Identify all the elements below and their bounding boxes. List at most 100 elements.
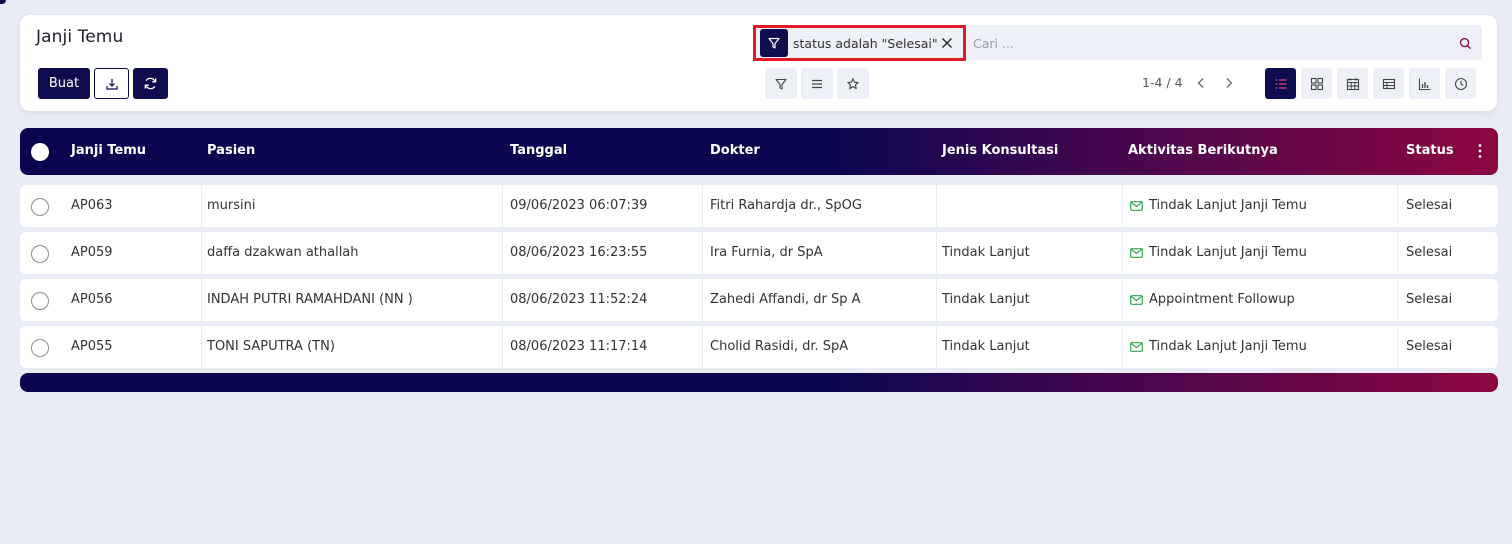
cell-jenis: Tindak Lanjut (942, 245, 1030, 260)
cell-aktivitas[interactable]: Tindak Lanjut Janji Temu (1130, 339, 1307, 354)
envelope-icon (1130, 247, 1143, 258)
cell-status: Selesai (1406, 245, 1453, 260)
cell-id: AP063 (71, 198, 113, 213)
pager-next-button[interactable] (1219, 73, 1239, 93)
envelope-icon (1130, 294, 1143, 305)
view-activity-button[interactable] (1445, 68, 1476, 99)
column-divider (1122, 279, 1123, 321)
search-icon (1459, 37, 1472, 50)
facet-highlight-box (753, 25, 966, 61)
column-divider (702, 185, 703, 227)
table-header: Janji Temu Pasien Tanggal Dokter Jenis K… (20, 128, 1498, 175)
view-calendar-button[interactable] (1337, 68, 1368, 99)
download-button[interactable] (94, 68, 129, 99)
star-icon (847, 77, 859, 89)
cell-tanggal: 08/06/2023 11:52:24 (510, 292, 648, 307)
column-divider (1122, 326, 1123, 368)
cell-jenis: Tindak Lanjut (942, 292, 1030, 307)
chevron-right-icon (1226, 78, 1233, 88)
favorites-button[interactable] (837, 68, 869, 99)
view-kanban-button[interactable] (1301, 68, 1332, 99)
table-row[interactable]: AP055 TONI SAPUTRA (TN) 08/06/2023 11:17… (20, 326, 1498, 368)
column-divider (1397, 279, 1398, 321)
column-divider (936, 232, 937, 274)
cell-pasien: mursini (207, 198, 256, 213)
column-divider (1397, 326, 1398, 368)
column-divider (1397, 185, 1398, 227)
cell-status: Selesai (1406, 339, 1453, 354)
pivot-view-icon (1382, 78, 1395, 89)
select-all-checkbox[interactable] (31, 143, 49, 161)
optional-columns-button[interactable] (1478, 143, 1482, 163)
search-button[interactable] (1459, 35, 1472, 54)
cell-aktivitas[interactable]: Appointment Followup (1130, 292, 1295, 307)
cell-dokter: Zahedi Affandi, dr Sp A (710, 292, 861, 307)
refresh-button[interactable] (133, 68, 168, 99)
cell-pasien: TONI SAPUTRA (TN) (207, 339, 335, 354)
column-header-pasien[interactable]: Pasien (207, 143, 255, 158)
kanban-view-icon (1310, 77, 1323, 90)
list-lines-icon (812, 79, 822, 88)
column-divider (702, 232, 703, 274)
kebab-menu-icon (1478, 144, 1482, 158)
download-icon (105, 78, 118, 90)
activity-label: Tindak Lanjut Janji Temu (1149, 339, 1307, 354)
column-header-janji-temu[interactable]: Janji Temu (71, 143, 146, 158)
search-bar: status adalah "Selesai" (753, 25, 1482, 61)
column-header-dokter[interactable]: Dokter (710, 143, 760, 158)
activity-label: Tindak Lanjut Janji Temu (1149, 245, 1307, 260)
cell-status: Selesai (1406, 198, 1453, 213)
filter-icon (775, 78, 787, 90)
cell-id: AP055 (71, 339, 113, 354)
cell-jenis: Tindak Lanjut (942, 339, 1030, 354)
filter-button[interactable] (765, 68, 797, 99)
activity-label: Appointment Followup (1149, 292, 1295, 307)
column-header-status[interactable]: Status (1406, 143, 1454, 158)
view-list-button[interactable] (1265, 68, 1296, 99)
cell-dokter: Cholid Rasidi, dr. SpA (710, 339, 849, 354)
column-divider (1122, 232, 1123, 274)
column-divider (936, 326, 937, 368)
column-divider (1122, 185, 1123, 227)
cell-tanggal: 08/06/2023 16:23:55 (510, 245, 648, 260)
view-graph-button[interactable] (1409, 68, 1440, 99)
column-divider (702, 326, 703, 368)
table-row[interactable]: AP063 mursini 09/06/2023 06:07:39 Fitri … (20, 185, 1498, 227)
column-divider (201, 279, 202, 321)
pager-previous-button[interactable] (1191, 73, 1211, 93)
column-divider (201, 326, 202, 368)
column-divider (201, 185, 202, 227)
cell-aktivitas[interactable]: Tindak Lanjut Janji Temu (1130, 245, 1307, 260)
column-header-aktivitas[interactable]: Aktivitas Berikutnya (1128, 143, 1278, 158)
column-divider (936, 279, 937, 321)
column-header-tanggal[interactable]: Tanggal (510, 143, 567, 158)
cell-status: Selesai (1406, 292, 1453, 307)
column-divider (502, 232, 503, 274)
row-checkbox[interactable] (31, 339, 49, 357)
group-by-button[interactable] (801, 68, 833, 99)
column-header-jenis-konsultasi[interactable]: Jenis Konsultasi (942, 143, 1058, 158)
control-panel: Janji Temu Buat status adalah "Selesai" (20, 15, 1497, 111)
page-title: Janji Temu (36, 27, 124, 47)
chevron-left-icon (1197, 78, 1204, 88)
table-row[interactable]: AP056 INDAH PUTRI RAMAHDANI (NN ) 08/06/… (20, 279, 1498, 321)
row-checkbox[interactable] (31, 198, 49, 216)
row-checkbox[interactable] (31, 292, 49, 310)
activity-label: Tindak Lanjut Janji Temu (1149, 198, 1307, 213)
corner-decoration (0, 0, 6, 4)
row-checkbox[interactable] (31, 245, 49, 263)
envelope-icon (1130, 200, 1143, 211)
calendar-view-icon (1346, 77, 1359, 90)
cell-tanggal: 08/06/2023 11:17:14 (510, 339, 648, 354)
create-button[interactable]: Buat (38, 68, 90, 99)
clock-icon (1454, 77, 1467, 90)
column-divider (702, 279, 703, 321)
pager-value[interactable]: 1-4 / 4 (1142, 75, 1183, 90)
table-row[interactable]: AP059 daffa dzakwan athallah 08/06/2023 … (20, 232, 1498, 274)
column-divider (502, 185, 503, 227)
cell-dokter: Fitri Rahardja dr., SpOG (710, 198, 862, 213)
cell-aktivitas[interactable]: Tindak Lanjut Janji Temu (1130, 198, 1307, 213)
view-pivot-button[interactable] (1373, 68, 1404, 99)
search-input[interactable] (973, 31, 1443, 55)
table-footer (20, 373, 1498, 392)
